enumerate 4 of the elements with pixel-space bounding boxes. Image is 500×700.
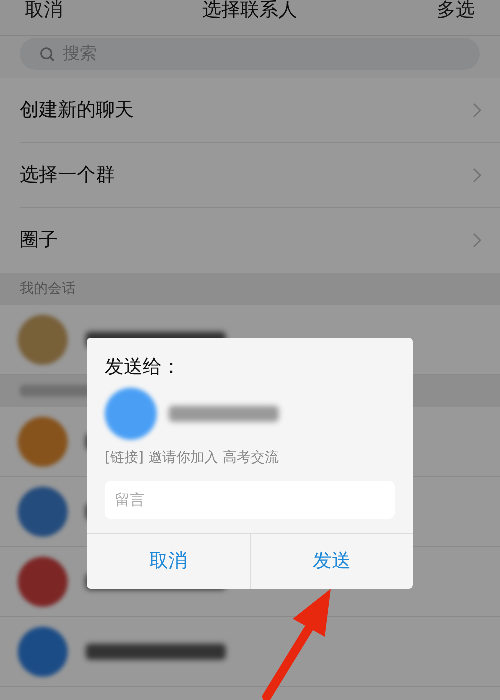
dialog-title: 发送给： — [105, 355, 182, 380]
screen-title: 选择联系人 — [202, 0, 298, 20]
section-title: 我的会话 — [20, 280, 76, 298]
link-text: [链接] 邀请你加入 高考交流 — [105, 449, 280, 468]
